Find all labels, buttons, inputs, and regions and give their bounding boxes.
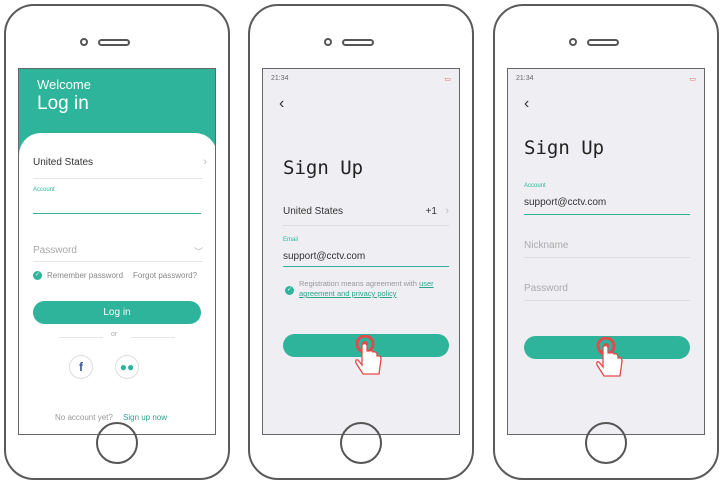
agreement-text: Registration means agreement with user a… [299,279,451,299]
back-arrow-icon[interactable]: ‹ [524,95,529,113]
nickname-input[interactable]: Nickname [524,240,568,251]
login-button[interactable]: Log in [33,301,201,324]
divider [524,300,690,301]
divider [283,225,449,226]
divider [131,337,175,338]
camera [80,38,88,46]
login-screen: Welcome Log in United States › Account P… [18,68,216,435]
speaker [98,39,130,46]
speaker [587,39,619,46]
home-button [96,422,138,464]
divider [33,178,203,179]
password-input[interactable]: Password [33,245,77,256]
page-title: Sign Up [524,137,605,159]
welcome-text: Welcome [37,77,91,92]
country-code: +1 [425,206,437,217]
status-time: 21:34 [271,75,289,82]
chevron-right-icon: › [203,156,207,168]
wechat-icon[interactable]: ●● [115,355,139,379]
eye-closed-icon[interactable]: ︶ [194,245,203,258]
email-underline [283,266,449,267]
page-title: Sign Up [283,157,364,179]
tap-hand-icon [355,335,382,375]
password-input[interactable]: Password [524,283,568,294]
divider [33,261,203,262]
phone-frame-login: Welcome Log in United States › Account P… [4,4,230,480]
account-label: Account [524,183,546,189]
remember-check-icon[interactable]: ✓ [33,271,42,280]
facebook-icon[interactable]: f [69,355,93,379]
or-text: or [111,331,118,338]
page-title: Log in [37,93,89,114]
camera [569,38,577,46]
login-card: United States › Account Password ︶ ✓ Rem… [19,133,215,434]
account-input[interactable]: support@cctv.com [524,197,606,208]
account-input[interactable] [33,195,201,214]
home-button [585,422,627,464]
country-select[interactable]: United States [33,157,93,168]
speaker [342,39,374,46]
tap-hand-icon [596,337,623,377]
phone-frame-signup-email: 21:34 ▭ ‹ Sign Up United States +1 › Ema… [248,4,474,480]
divider [59,337,103,338]
battery-icon: ▭ [689,76,696,83]
email-label: Email [283,237,299,243]
home-button [340,422,382,464]
country-select[interactable]: United States [283,206,343,217]
back-arrow-icon[interactable]: ‹ [279,95,284,113]
email-input[interactable]: support@cctv.com [283,251,365,262]
forgot-password-link[interactable]: Forgot password? [133,271,197,280]
phone-frame-signup-account: 21:34 ▭ ‹ Sign Up Account support@cctv.c… [493,4,719,480]
signup-email-screen: 21:34 ▭ ‹ Sign Up United States +1 › Ema… [262,68,460,435]
agreement-prefix: Registration means agreement with [299,279,417,288]
battery-icon: ▭ [444,76,451,83]
signup-account-screen: 21:34 ▭ ‹ Sign Up Account support@cctv.c… [507,68,705,435]
remember-password-label[interactable]: Remember password [47,271,123,280]
no-account-text: No account yet? [55,413,113,422]
sign-up-now-link[interactable]: Sign up now [123,413,167,422]
status-time: 21:34 [516,75,534,82]
account-underline [524,214,690,215]
agreement-check-icon[interactable]: ✓ [285,286,294,295]
camera [324,38,332,46]
account-label: Account [33,187,55,193]
divider [524,257,690,258]
chevron-right-icon: › [445,205,449,217]
